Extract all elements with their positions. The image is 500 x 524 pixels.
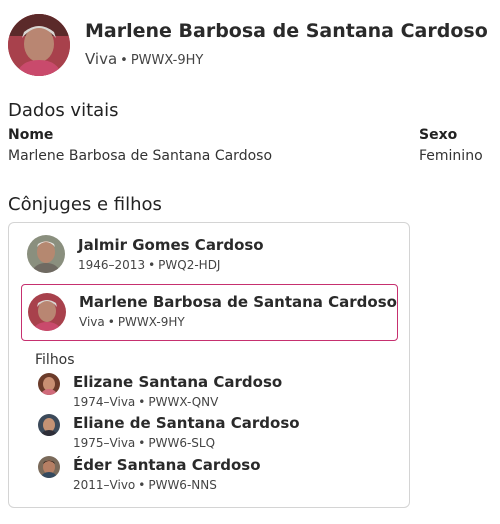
child-name[interactable]: Éder Santana Cardoso — [73, 456, 261, 474]
child-id[interactable]: PWW6-NNS — [148, 478, 217, 492]
child-name[interactable]: Elizane Santana Cardoso — [73, 373, 282, 391]
child-id[interactable]: PWWX-QNV — [148, 395, 218, 409]
child-years: 1975–Viva — [73, 436, 136, 450]
name-label: Nome — [8, 127, 54, 143]
child-details: 1974–Viva • PWWX-QNV — [73, 395, 218, 409]
profile-subline: Viva • PWWX-9HY — [85, 50, 203, 68]
separator: • — [148, 258, 156, 272]
child-avatar[interactable] — [38, 456, 60, 478]
child-years: 1974–Viva — [73, 395, 136, 409]
children-label: Filhos — [35, 352, 75, 368]
child-id[interactable]: PWW6-SLQ — [148, 436, 215, 450]
separator: • — [120, 53, 128, 68]
family-title: Cônjuges e filhos — [8, 194, 162, 215]
child-name[interactable]: Eliane de Santana Cardoso — [73, 414, 300, 432]
spouse-details: 1946–2013 • PWQ2-HDJ — [78, 258, 220, 272]
profile-name: Marlene Barbosa de Santana Cardoso — [85, 20, 488, 42]
profile-status: Viva — [85, 50, 118, 68]
self-name[interactable]: Marlene Barbosa de Santana Cardoso — [79, 293, 397, 311]
separator: • — [138, 395, 146, 409]
profile-id[interactable]: PWWX-9HY — [131, 53, 203, 68]
avatar-photo — [8, 14, 70, 76]
spouse-name[interactable]: Jalmir Gomes Cardoso — [78, 236, 264, 254]
child-years: 2011–Vivo — [73, 478, 136, 492]
child-details: 1975–Viva • PWW6-SLQ — [73, 436, 215, 450]
child-avatar[interactable] — [38, 373, 60, 395]
spouse-id[interactable]: PWQ2-HDJ — [158, 258, 220, 272]
child-avatar[interactable] — [38, 414, 60, 436]
separator: • — [138, 436, 146, 450]
self-avatar[interactable] — [28, 293, 66, 331]
sex-value: Feminino — [419, 148, 483, 164]
spouse-avatar[interactable] — [27, 235, 65, 273]
child-details: 2011–Vivo • PWW6-NNS — [73, 478, 217, 492]
separator: • — [138, 478, 146, 492]
name-value: Marlene Barbosa de Santana Cardoso — [8, 148, 273, 164]
self-id[interactable]: PWWX-9HY — [118, 315, 185, 329]
sex-label: Sexo — [419, 127, 458, 143]
self-details: Viva • PWWX-9HY — [79, 315, 185, 329]
vitals-title: Dados vitais — [8, 100, 119, 121]
separator: • — [107, 315, 115, 329]
self-status: Viva — [79, 315, 105, 329]
spouse-years: 1946–2013 — [78, 258, 146, 272]
